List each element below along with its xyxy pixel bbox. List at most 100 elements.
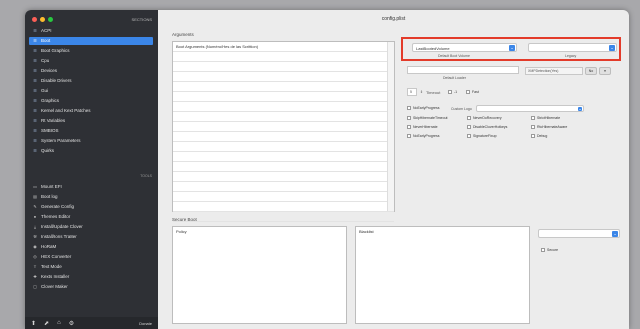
timeout-label: Timeout bbox=[426, 90, 441, 95]
list-icon: ☰ bbox=[33, 28, 37, 33]
table-row[interactable] bbox=[173, 172, 394, 182]
settings-icon[interactable]: ⚙ bbox=[69, 320, 74, 327]
window-controls bbox=[32, 17, 53, 22]
arguments-scrollbar[interactable] bbox=[387, 42, 394, 211]
policy-list[interactable]: Policy bbox=[172, 226, 347, 324]
tool-label: Kexts Installer bbox=[41, 274, 70, 279]
legacy-caption: Legacy bbox=[565, 54, 577, 58]
disk-icon: ▭ bbox=[33, 184, 37, 189]
sidebar-item-acpi[interactable]: ☰ ACPI bbox=[29, 27, 153, 35]
sidebar-item-label: Quirks bbox=[41, 148, 55, 153]
sidebar-item-cpu[interactable]: ☰ Cpu bbox=[29, 57, 153, 65]
sidebar-item-graphics[interactable]: ☰ Graphics bbox=[29, 97, 153, 105]
main-panel: config.plist Arguments Boot Arguments (N… bbox=[158, 10, 629, 329]
sidebar-item-boot[interactable]: ☰ Boot bbox=[29, 37, 153, 45]
tool-kexts-installer[interactable]: ✚ Kexts Installer bbox=[29, 273, 153, 281]
table-row[interactable] bbox=[173, 92, 394, 102]
sidebar-item-label: Graphics bbox=[41, 98, 60, 103]
sidebar-item-label: Devices bbox=[41, 68, 58, 73]
tools-header: TOOLS bbox=[140, 174, 152, 178]
xmp-yes-button[interactable]: ▾ bbox=[599, 67, 611, 75]
tool-label: HEX Converter bbox=[41, 254, 72, 259]
minimize-window-button[interactable] bbox=[40, 17, 45, 22]
tool-label: Themes Editor bbox=[41, 214, 71, 219]
table-row[interactable] bbox=[173, 52, 394, 62]
secure-checkbox[interactable]: Secure bbox=[541, 248, 558, 252]
table-row[interactable] bbox=[173, 122, 394, 132]
default-boot-volume-caption: Default Boot Volume bbox=[438, 54, 470, 58]
tool-install-trabber[interactable]: ⚒ Install/Ions Tra8er bbox=[29, 233, 153, 241]
checkbox-2[interactable]: NeverDoRecovery bbox=[467, 116, 502, 120]
table-row[interactable] bbox=[173, 72, 394, 82]
sidebar-item-quirks[interactable]: ☰ Quirks bbox=[29, 147, 153, 155]
xmp-detection-field[interactable]: XMPDetection(Yes) bbox=[525, 67, 583, 75]
tool-horam[interactable]: ◉ HoRaM bbox=[29, 243, 153, 251]
legacy-popup[interactable]: ⌄ bbox=[528, 43, 617, 52]
sidebar-item-boot-graphics[interactable]: ☰ Boot Graphics bbox=[29, 47, 153, 55]
donate-button[interactable]: Donate bbox=[139, 321, 152, 326]
table-row[interactable] bbox=[173, 112, 394, 122]
stepper-icon[interactable]: ⇕ bbox=[420, 90, 423, 94]
import-icon[interactable]: ⬆ bbox=[31, 320, 36, 327]
list-icon: ☰ bbox=[33, 148, 37, 153]
tool-generate-config[interactable]: ✎ Generate Config bbox=[29, 203, 153, 211]
tool-boot-log[interactable]: ▤ Boot log bbox=[29, 193, 153, 201]
share-icon[interactable]: ⬈ bbox=[44, 320, 49, 327]
sidebar-item-kernel-patches[interactable]: ☰ Kernel and Kext Patches bbox=[29, 107, 153, 115]
timeout-checkbox[interactable]: -1 bbox=[448, 90, 457, 94]
tool-themes-editor[interactable]: ● Themes Editor bbox=[29, 213, 153, 221]
tool-mount-efi[interactable]: ▭ Mount EFI bbox=[29, 183, 153, 191]
list-icon: ☰ bbox=[33, 48, 37, 53]
list-icon: ☰ bbox=[33, 118, 37, 123]
tool-hex-converter[interactable]: ◎ HEX Converter bbox=[29, 253, 153, 261]
sidebar-item-devices[interactable]: ☰ Devices bbox=[29, 67, 153, 75]
list-icon: ☰ bbox=[33, 78, 37, 83]
fast-checkbox[interactable]: Fast bbox=[466, 90, 479, 94]
tool-text-mode[interactable]: T Text Mode bbox=[29, 263, 153, 271]
sidebar-item-smbios[interactable]: ☰ SMBIOS bbox=[29, 127, 153, 135]
close-window-button[interactable] bbox=[32, 17, 37, 22]
arguments-label: Arguments bbox=[172, 32, 194, 37]
sidebar-item-rt-variables[interactable]: ☰ Rt Variables bbox=[29, 117, 153, 125]
table-row[interactable] bbox=[173, 212, 394, 222]
checkbox-6[interactable]: RtcHibernateAware bbox=[531, 125, 567, 129]
arguments-table[interactable]: Boot Arguments (Numéro/Hes de las Scritt… bbox=[172, 41, 395, 222]
checkbox-8[interactable]: SignatureFixup bbox=[467, 134, 497, 138]
sidebar-item-disable-drivers[interactable]: ☰ Disable Drivers bbox=[29, 77, 153, 85]
checkbox-9[interactable]: Debug bbox=[531, 134, 547, 138]
timeout-field[interactable]: 5 bbox=[407, 88, 417, 96]
table-row[interactable] bbox=[173, 132, 394, 142]
table-row[interactable] bbox=[173, 62, 394, 72]
table-row[interactable]: Boot Arguments (Numéro/Hes de las Scritt… bbox=[173, 42, 394, 52]
sidebar-item-gui[interactable]: ☰ Gui bbox=[29, 87, 153, 95]
table-row[interactable] bbox=[173, 142, 394, 152]
checkbox-7[interactable]: NoEarlyProgress bbox=[407, 134, 439, 138]
sidebar: SECTIONS ☰ ACPI ☰ Boot ☰ Boot Graphics ☰ Cpu… bbox=[25, 10, 158, 329]
sidebar-item-system-parameters[interactable]: ☰ System Parameters bbox=[29, 137, 153, 145]
default-boot-volume-popup[interactable]: LastBootedVolume ⌄ bbox=[412, 43, 517, 52]
no-early-progress-checkbox[interactable]: NoEarlyProgress bbox=[407, 106, 439, 110]
table-row[interactable] bbox=[173, 162, 394, 172]
custom-logo-popup[interactable]: ⌄ bbox=[476, 105, 584, 112]
table-row[interactable] bbox=[173, 152, 394, 162]
table-row[interactable] bbox=[173, 182, 394, 192]
checkbox-1[interactable]: SkipHibernateTimeout bbox=[407, 116, 448, 120]
tool-label: HoRaM bbox=[41, 244, 57, 249]
checkbox-5[interactable]: DisableCloverHotkeys bbox=[467, 125, 507, 129]
tool-install-clover[interactable]: ⤓ Install/Update Clover bbox=[29, 223, 153, 231]
blacklist-list[interactable]: Blacklist bbox=[355, 226, 530, 324]
checkbox-4[interactable]: NeverHibernate bbox=[407, 125, 438, 129]
home-icon[interactable]: ⌂ bbox=[57, 320, 61, 326]
default-loader-field[interactable] bbox=[407, 66, 519, 74]
xmp-no-button[interactable]: No bbox=[585, 67, 597, 75]
tool-clover-maker[interactable]: ▢ Clover Maker bbox=[29, 283, 153, 291]
table-row[interactable] bbox=[173, 192, 394, 202]
secure-boot-popup[interactable]: ⌄ bbox=[538, 229, 620, 238]
app-window: SECTIONS ☰ ACPI ☰ Boot ☰ Boot Graphics ☰ Cpu… bbox=[25, 10, 629, 329]
table-row[interactable] bbox=[173, 202, 394, 212]
table-row[interactable] bbox=[173, 102, 394, 112]
zoom-window-button[interactable] bbox=[48, 17, 53, 22]
list-icon: ☰ bbox=[33, 58, 37, 63]
table-row[interactable] bbox=[173, 82, 394, 92]
checkbox-3[interactable]: StrictHibernate bbox=[531, 116, 560, 120]
